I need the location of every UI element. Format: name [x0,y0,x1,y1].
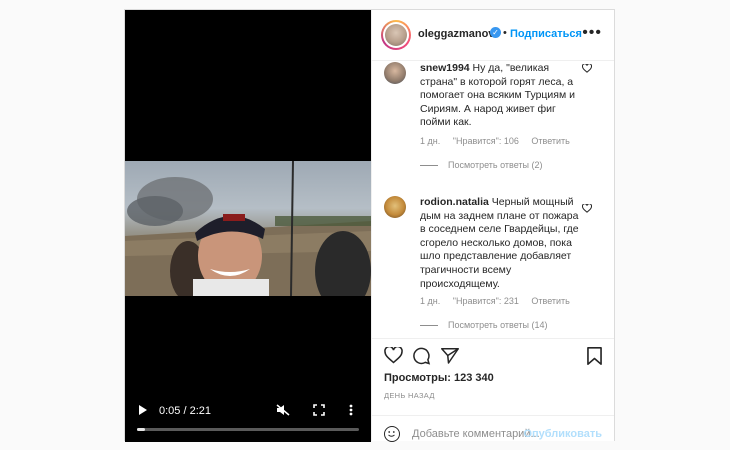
comment-username[interactable]: snew1994 [420,62,470,74]
author-avatar[interactable] [385,24,407,46]
reply-button[interactable]: Ответить [531,296,569,306]
view-replies[interactable]: Посмотреть ответы (14) [420,320,548,330]
save-bookmark-icon[interactable] [587,347,602,370]
video-progress-bar[interactable] [137,428,359,431]
view-replies-label[interactable]: Посмотреть ответы (14) [448,320,548,330]
video-frame-image [125,161,371,296]
comment-text-block: snew1994 Ну да, "великая страна" в котор… [420,62,584,130]
comment-username[interactable]: rodion.natalia [420,196,489,208]
comment-item: rodion.natalia Черный мощный дым на задн… [384,196,604,336]
comment-meta: 1 дн. "Нравится": 231 Ответить [420,296,580,306]
story-ring[interactable] [381,20,411,50]
post-header: oleggazmanov ✓ • Подписаться ••• [372,10,614,61]
comment-item: snew1994 Ну да, "великая страна" в котор… [384,62,604,172]
video-progress-fill [137,428,145,431]
views-count[interactable]: Просмотры: 123 340 [384,372,494,384]
video-menu-icon[interactable] [349,404,353,419]
commenter-avatar[interactable] [384,62,406,84]
comment-age: 1 дн. [420,136,441,146]
video-controls: 0:05 / 2:21 [125,400,371,422]
comment-bubble-icon[interactable] [412,347,431,370]
comment-meta: 1 дн. "Нравится": 106 Ответить [420,136,580,146]
more-options-icon[interactable]: ••• [582,24,602,42]
post-time-ago: ДЕНЬ НАЗАД [384,391,435,400]
video-frame [125,161,371,296]
comment-likes[interactable]: "Нравится": 231 [453,296,519,306]
emoji-picker-icon[interactable] [384,426,400,442]
comment-text-block: rodion.natalia Черный мощный дым на задн… [420,196,584,291]
like-heart-icon[interactable] [384,345,403,369]
video-time: 0:05 / 2:21 [159,405,211,417]
comment-age: 1 дн. [420,296,441,306]
comments-list: snew1994 Ну да, "великая страна" в котор… [372,60,614,338]
add-comment-bar: Добавьте комментарий... Опубликовать [372,415,614,450]
like-comment-heart-icon[interactable] [581,203,593,216]
post-side-panel: oleggazmanov ✓ • Подписаться ••• snew199… [371,10,614,442]
like-comment-heart-icon[interactable] [581,63,593,76]
video-player[interactable]: 0:05 / 2:21 [125,10,371,442]
commenter-avatar[interactable] [384,196,406,218]
post-card: 0:05 / 2:21 oleggazmanov ✓ • Подписаться… [124,9,615,442]
comment-input[interactable]: Добавьте комментарий... [412,428,540,440]
fullscreen-icon[interactable] [313,404,325,419]
author-username[interactable]: oleggazmanov [418,28,494,40]
mute-icon[interactable] [276,404,290,419]
publish-button[interactable]: Опубликовать [523,428,602,440]
play-icon[interactable] [138,404,148,419]
replies-divider-line [420,165,438,167]
view-replies-label[interactable]: Посмотреть ответы (2) [448,160,543,170]
verified-badge-icon: ✓ [490,27,501,38]
separator-dot: • [503,27,507,39]
share-send-icon[interactable] [441,347,459,369]
view-replies[interactable]: Посмотреть ответы (2) [420,160,543,170]
reply-button[interactable]: Ответить [531,136,569,146]
replies-divider-line [420,325,438,327]
comment-likes[interactable]: "Нравится": 106 [453,136,519,146]
post-actions: Просмотры: 123 340 ДЕНЬ НАЗАД Добавьте к… [372,338,614,449]
comment-text: Черный мощный дым на заднем плане от пож… [420,196,579,290]
subscribe-button[interactable]: Подписаться [510,28,582,40]
